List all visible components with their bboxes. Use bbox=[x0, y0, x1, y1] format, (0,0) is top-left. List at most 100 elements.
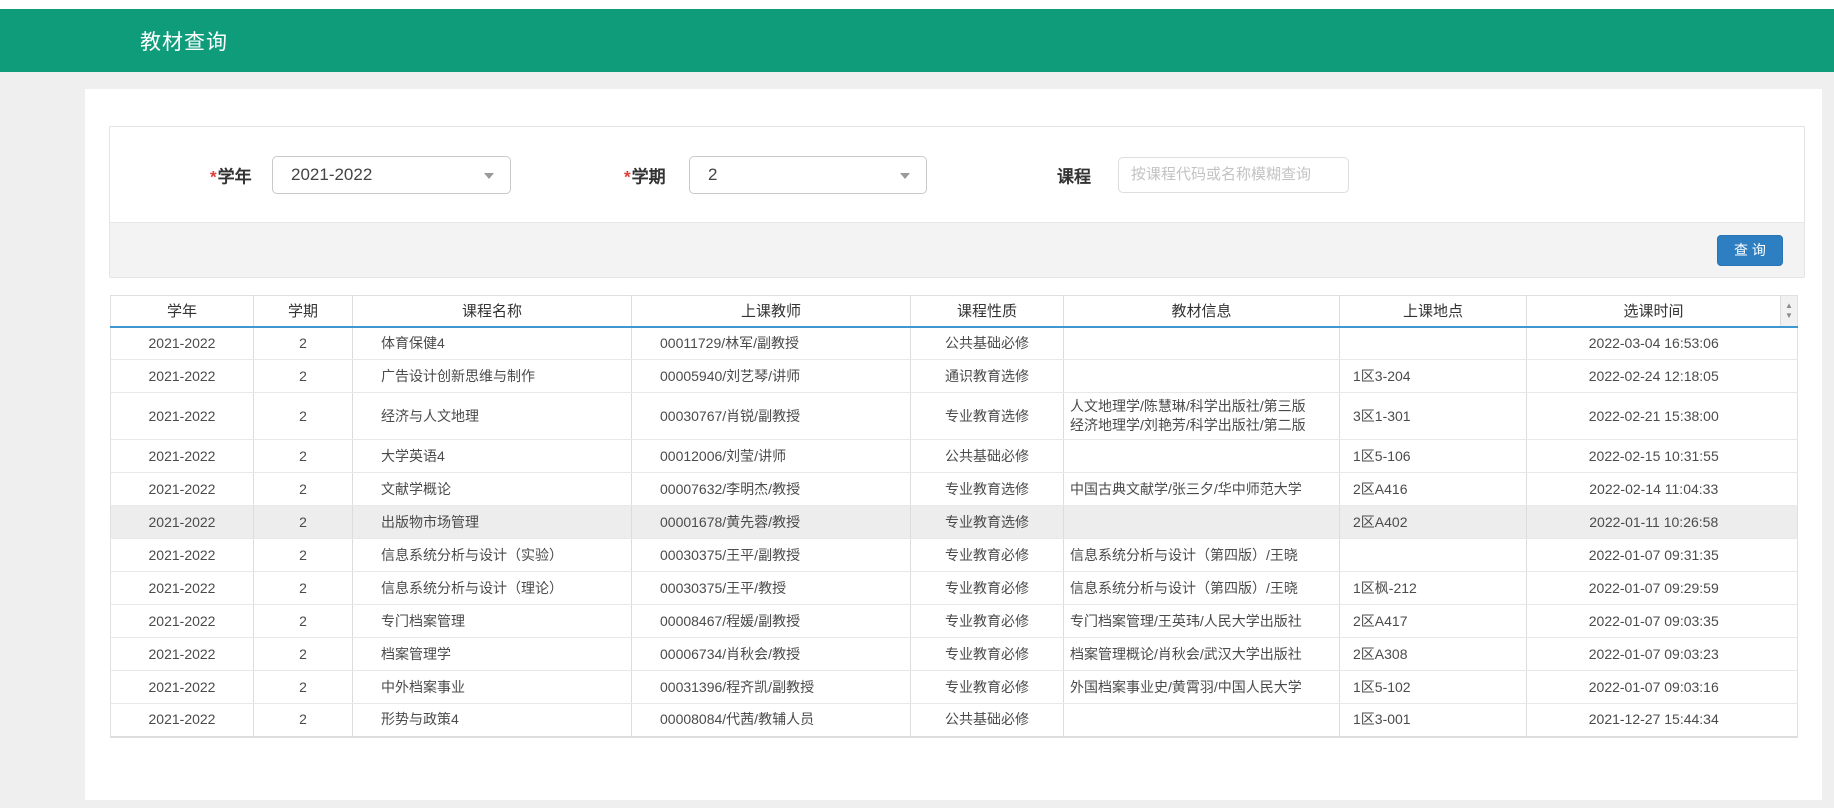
query-button[interactable]: 查 询 bbox=[1717, 235, 1783, 266]
cell-time: 2022-03-04 16:53:06 bbox=[1527, 327, 1781, 360]
page-title: 教材查询 bbox=[140, 26, 228, 56]
cell-time: 2022-02-24 12:18:05 bbox=[1527, 360, 1781, 393]
table-row[interactable]: 2021-20222文献学概论00007632/李明杰/教授专业教育选修中国古典… bbox=[111, 473, 1798, 506]
table-row[interactable]: 2021-20222大学英语400012006/刘莹/讲师公共基础必修1区5-1… bbox=[111, 440, 1798, 473]
cell-textbook: 专门档案管理/王英玮/人民大学出版社 bbox=[1064, 605, 1340, 638]
table-row[interactable]: 2021-20222档案管理学00006734/肖秋会/教授专业教育必修档案管理… bbox=[111, 638, 1798, 671]
results-table-wrap: 学年 学期 课程名称 上课教师 课程性质 教材信息 上课地点 选课时间 ▲ ▼ bbox=[110, 295, 1797, 738]
scroll-down-icon[interactable]: ▼ bbox=[1785, 311, 1793, 321]
cell-year: 2021-2022 bbox=[111, 539, 254, 572]
cell-term: 2 bbox=[254, 506, 353, 539]
year-select[interactable]: 2021-2022 bbox=[272, 156, 511, 194]
cell-time: 2022-02-14 11:04:33 bbox=[1527, 473, 1781, 506]
cell-term: 2 bbox=[254, 671, 353, 704]
app-header: 教材查询 bbox=[0, 9, 1834, 72]
cell-teacher: 00030375/王平/教授 bbox=[632, 572, 911, 605]
col-header-location: 上课地点 bbox=[1340, 296, 1527, 327]
filter-form-row: *学年 2021-2022 *学期 2 课程 bbox=[110, 127, 1804, 222]
cell-type: 专业教育选修 bbox=[911, 506, 1064, 539]
cell-textbook bbox=[1064, 704, 1340, 737]
textbook-line: 人文地理学/陈慧琳/科学出版社/第三版 bbox=[1070, 397, 1339, 416]
textbook-line: 外国档案事业史/黄霄羽/中国人民大学 bbox=[1070, 678, 1339, 697]
cell-term: 2 bbox=[254, 704, 353, 737]
cell-course: 专门档案管理 bbox=[353, 605, 632, 638]
cell-type: 通识教育选修 bbox=[911, 360, 1064, 393]
cell-textbook: 中国古典文献学/张三夕/华中师范大学 bbox=[1064, 473, 1340, 506]
cell-type: 专业教育选修 bbox=[911, 393, 1064, 440]
cell-scrollbar-gap bbox=[1781, 704, 1798, 737]
table-row[interactable]: 2021-20222专门档案管理00008467/程媛/副教授专业教育必修专门档… bbox=[111, 605, 1798, 638]
cell-location bbox=[1340, 539, 1527, 572]
cell-term: 2 bbox=[254, 539, 353, 572]
cell-course: 体育保健4 bbox=[353, 327, 632, 360]
col-header-course: 课程名称 bbox=[353, 296, 632, 327]
year-select-value: 2021-2022 bbox=[291, 165, 372, 185]
cell-course: 出版物市场管理 bbox=[353, 506, 632, 539]
cell-type: 公共基础必修 bbox=[911, 327, 1064, 360]
cell-location bbox=[1340, 327, 1527, 360]
cell-year: 2021-2022 bbox=[111, 473, 254, 506]
textbook-line: 专门档案管理/王英玮/人民大学出版社 bbox=[1070, 612, 1339, 631]
table-row[interactable]: 2021-20222信息系统分析与设计（实验）00030375/王平/副教授专业… bbox=[111, 539, 1798, 572]
cell-textbook: 人文地理学/陈慧琳/科学出版社/第三版经济地理学/刘艳芳/科学出版社/第二版 bbox=[1064, 393, 1340, 440]
cell-time: 2022-01-07 09:03:23 bbox=[1527, 638, 1781, 671]
table-row[interactable]: 2021-20222形势与政策400008084/代茜/教辅人员公共基础必修1区… bbox=[111, 704, 1798, 737]
table-row[interactable]: 2021-20222体育保健400011729/林军/副教授公共基础必修 2022… bbox=[111, 327, 1798, 360]
cell-course: 经济与人文地理 bbox=[353, 393, 632, 440]
table-row[interactable]: 2021-20222信息系统分析与设计（理论）00030375/王平/教授专业教… bbox=[111, 572, 1798, 605]
scroll-up-icon[interactable]: ▲ bbox=[1785, 301, 1793, 311]
cell-time: 2021-12-27 15:44:34 bbox=[1527, 704, 1781, 737]
textbook-line: 中国古典文献学/张三夕/华中师范大学 bbox=[1070, 480, 1339, 499]
cell-teacher: 00007632/李明杰/教授 bbox=[632, 473, 911, 506]
cell-location: 3区1-301 bbox=[1340, 393, 1527, 440]
cell-year: 2021-2022 bbox=[111, 327, 254, 360]
cell-teacher: 00005940/刘艺琴/讲师 bbox=[632, 360, 911, 393]
cell-teacher: 00011729/林军/副教授 bbox=[632, 327, 911, 360]
filter-panel: *学年 2021-2022 *学期 2 课程 查 询 bbox=[109, 126, 1805, 278]
cell-teacher: 00012006/刘莹/讲师 bbox=[632, 440, 911, 473]
cell-course: 形势与政策4 bbox=[353, 704, 632, 737]
table-row[interactable]: 2021-20222中外档案事业00031396/程齐凯/副教授专业教育必修外国… bbox=[111, 671, 1798, 704]
cell-teacher: 00008084/代茜/教辅人员 bbox=[632, 704, 911, 737]
cell-scrollbar-gap bbox=[1781, 473, 1798, 506]
cell-teacher: 00030767/肖锐/副教授 bbox=[632, 393, 911, 440]
cell-location: 1区5-102 bbox=[1340, 671, 1527, 704]
col-header-term: 学期 bbox=[254, 296, 353, 327]
cell-scrollbar-gap bbox=[1781, 605, 1798, 638]
cell-term: 2 bbox=[254, 360, 353, 393]
cell-term: 2 bbox=[254, 327, 353, 360]
cell-location: 2区A417 bbox=[1340, 605, 1527, 638]
table-scrollbar[interactable]: ▲ ▼ bbox=[1781, 296, 1798, 327]
cell-scrollbar-gap bbox=[1781, 671, 1798, 704]
cell-type: 专业教育必修 bbox=[911, 539, 1064, 572]
cell-scrollbar-gap bbox=[1781, 440, 1798, 473]
course-search-input[interactable] bbox=[1118, 157, 1349, 193]
cell-scrollbar-gap bbox=[1781, 539, 1798, 572]
table-body: 2021-20222体育保健400011729/林军/副教授公共基础必修2022… bbox=[111, 327, 1798, 737]
cell-term: 2 bbox=[254, 393, 353, 440]
col-header-year: 学年 bbox=[111, 296, 254, 327]
cell-year: 2021-2022 bbox=[111, 704, 254, 737]
table-row[interactable]: 2021-20222广告设计创新思维与制作00005940/刘艺琴/讲师通识教育… bbox=[111, 360, 1798, 393]
cell-textbook: 外国档案事业史/黄霄羽/中国人民大学 bbox=[1064, 671, 1340, 704]
table-row[interactable]: 2021-20222经济与人文地理00030767/肖锐/副教授专业教育选修人文… bbox=[111, 393, 1798, 440]
cell-scrollbar-gap bbox=[1781, 506, 1798, 539]
table-row[interactable]: 2021-20222出版物市场管理00001678/黄先蓉/教授专业教育选修2区… bbox=[111, 506, 1798, 539]
cell-time: 2022-01-07 09:29:59 bbox=[1527, 572, 1781, 605]
cell-textbook bbox=[1064, 440, 1340, 473]
top-strip bbox=[0, 0, 1834, 9]
cell-course: 中外档案事业 bbox=[353, 671, 632, 704]
textbook-line: 信息系统分析与设计（第四版）/王晓 bbox=[1070, 579, 1339, 598]
content-card: *学年 2021-2022 *学期 2 课程 查 询 bbox=[85, 89, 1822, 800]
cell-teacher: 00008467/程媛/副教授 bbox=[632, 605, 911, 638]
course-label: 课程 bbox=[1057, 162, 1091, 187]
textbook-line: 档案管理概论/肖秋会/武汉大学出版社 bbox=[1070, 645, 1339, 664]
cell-type: 专业教育选修 bbox=[911, 473, 1064, 506]
cell-time: 2022-01-11 10:26:58 bbox=[1527, 506, 1781, 539]
filter-footer: 查 询 bbox=[110, 222, 1804, 277]
term-select[interactable]: 2 bbox=[689, 156, 927, 194]
textbook-line: 经济地理学/刘艳芳/科学出版社/第二版 bbox=[1070, 416, 1339, 435]
cell-term: 2 bbox=[254, 572, 353, 605]
cell-course: 文献学概论 bbox=[353, 473, 632, 506]
cell-type: 公共基础必修 bbox=[911, 704, 1064, 737]
